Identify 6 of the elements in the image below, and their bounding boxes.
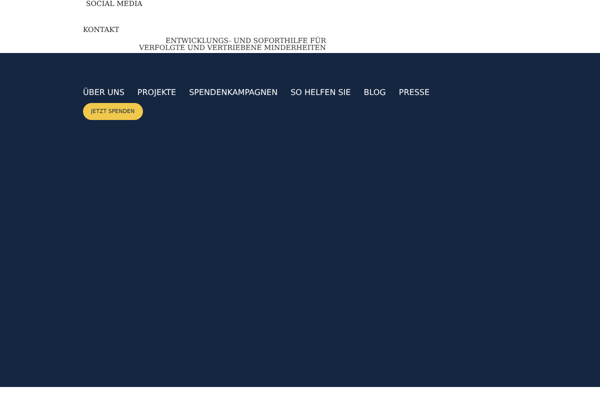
nav-link[interactable]: ÜBER UNS (83, 88, 124, 97)
nav-link[interactable]: PRESSE (398, 88, 430, 97)
nav-link[interactable]: BLOG (364, 88, 386, 97)
nav-link[interactable]: SO HELFEN SIE (290, 88, 351, 97)
nav-link[interactable]: PROJEKTE (137, 88, 176, 97)
nav-link[interactable]: SPENDENKAMPAGNEN (189, 88, 278, 97)
